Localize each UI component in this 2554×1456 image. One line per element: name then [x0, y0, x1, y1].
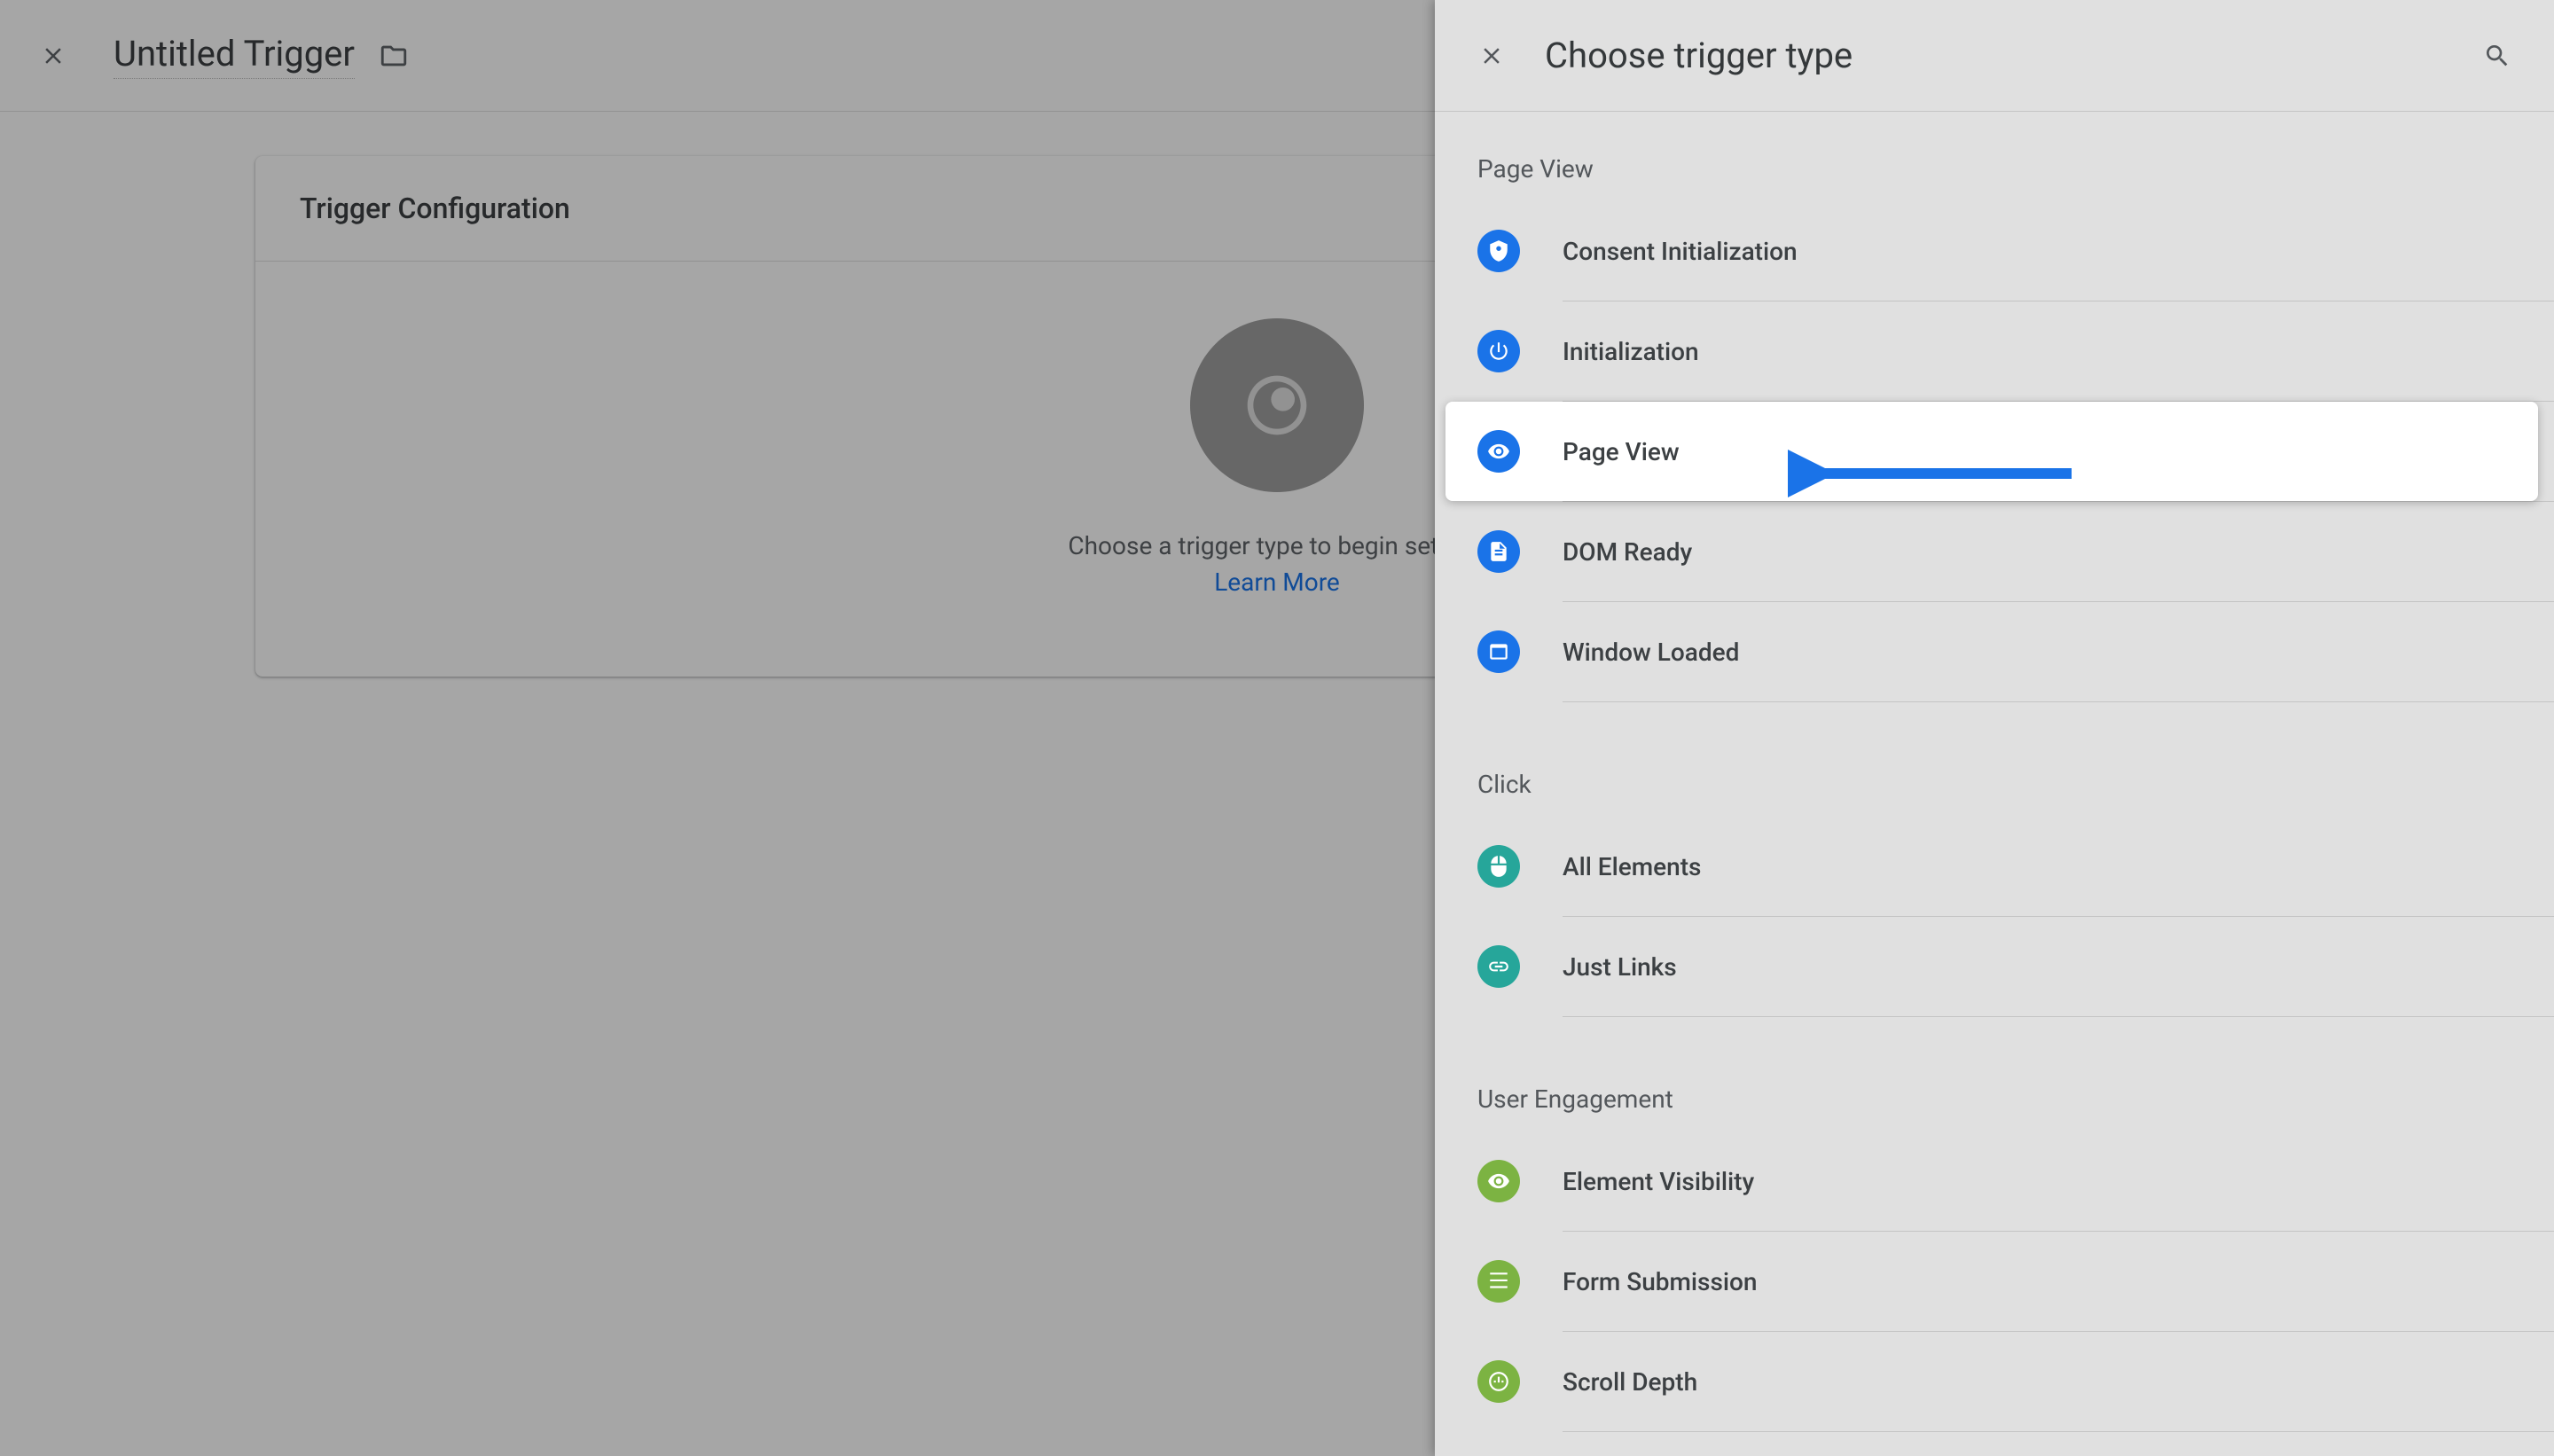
trigger-type-youtube-video[interactable]: YouTube Video — [1435, 1432, 2554, 1456]
trigger-type-element-visibility[interactable]: Element Visibility — [1435, 1131, 2554, 1231]
trigger-type-label: All Elements — [1563, 852, 1701, 881]
trigger-type-all-elements[interactable]: All Elements — [1435, 817, 2554, 916]
trigger-type-label: Element Visibility — [1563, 1167, 1754, 1196]
trigger-type-label: Page View — [1563, 437, 1680, 466]
search-icon — [2483, 42, 2511, 70]
trigger-type-window-loaded[interactable]: Window Loaded — [1435, 602, 2554, 701]
trigger-type-consent-initialization[interactable]: Consent Initialization — [1435, 201, 2554, 301]
form-icon — [1477, 1260, 1520, 1303]
shield-icon — [1477, 230, 1520, 272]
group-label: Click — [1435, 770, 2554, 817]
window-icon — [1477, 630, 1520, 673]
trigger-type-label: Form Submission — [1563, 1267, 1758, 1296]
trigger-type-label: Just Links — [1563, 952, 1677, 982]
trigger-type-form-submission[interactable]: Form Submission — [1435, 1232, 2554, 1331]
trigger-type-label: Window Loaded — [1563, 638, 1739, 667]
trigger-type-label: Scroll Depth — [1563, 1367, 1697, 1397]
eye-icon — [1477, 430, 1520, 473]
file-icon — [1477, 530, 1520, 573]
close-panel-button[interactable] — [1470, 35, 1513, 77]
trigger-type-page-view[interactable]: Page View — [1445, 402, 2538, 501]
trigger-type-scroll-depth[interactable]: Scroll Depth — [1435, 1332, 2554, 1431]
panel-header: Choose trigger type — [1435, 0, 2554, 112]
group-label: Page View — [1435, 154, 2554, 201]
trigger-type-label: Initialization — [1563, 337, 1699, 366]
eye-icon — [1477, 1160, 1520, 1202]
trigger-type-initialization[interactable]: Initialization — [1435, 301, 2554, 401]
mouse-icon — [1477, 845, 1520, 888]
search-button[interactable] — [2476, 35, 2519, 77]
panel-title: Choose trigger type — [1545, 35, 2476, 76]
trigger-type-just-links[interactable]: Just Links — [1435, 917, 2554, 1016]
power-icon — [1477, 330, 1520, 372]
trigger-type-panel: Choose trigger type Page View Consent Ini… — [1435, 0, 2554, 1456]
trigger-type-label: Consent Initialization — [1563, 237, 1798, 266]
group-label: User Engagement — [1435, 1084, 2554, 1131]
scroll-icon — [1477, 1360, 1520, 1403]
link-icon — [1477, 945, 1520, 988]
panel-body: Page View Consent Initialization Initializ… — [1435, 112, 2554, 1456]
close-icon — [1478, 43, 1505, 69]
trigger-type-dom-ready[interactable]: DOM Ready — [1435, 502, 2554, 601]
trigger-type-label: DOM Ready — [1563, 537, 1692, 567]
